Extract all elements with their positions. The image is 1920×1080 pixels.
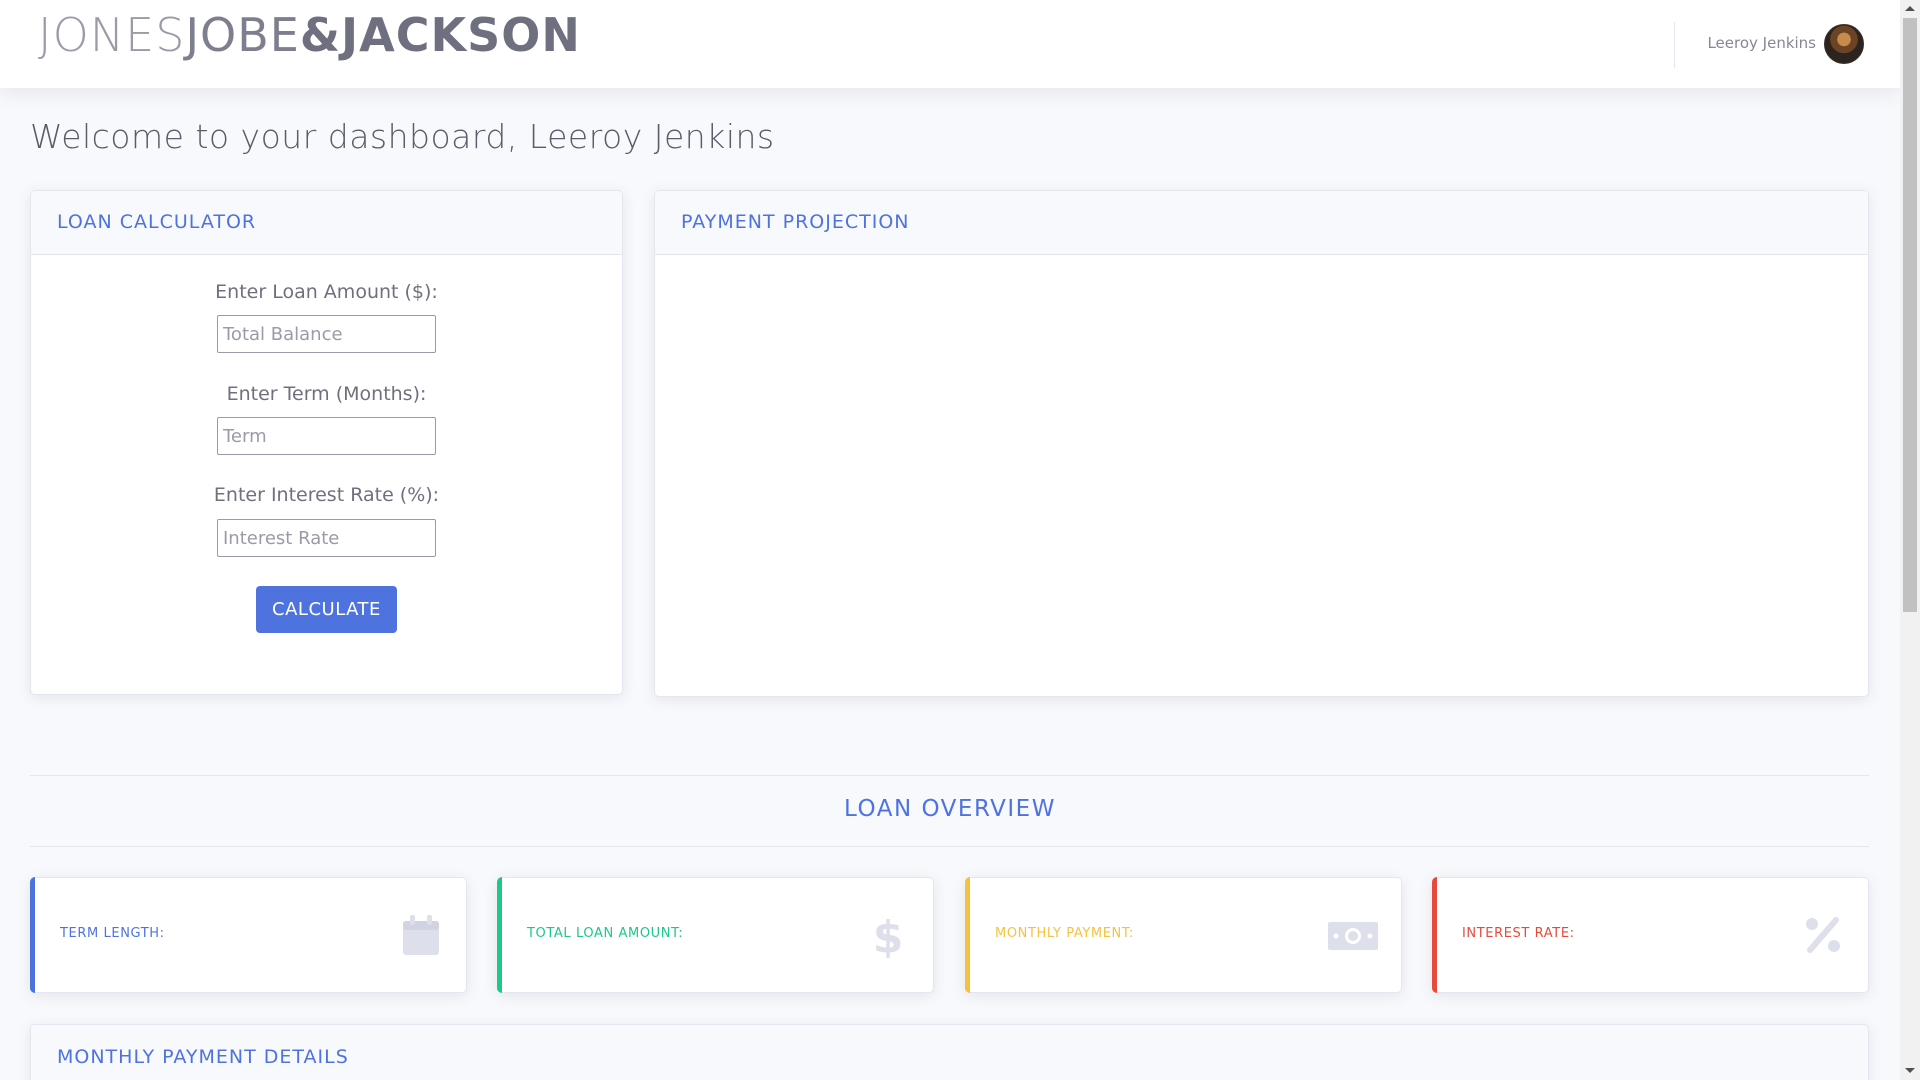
monthly-payment-label: MONTHLY PAYMENT: <box>995 926 1134 941</box>
user-name[interactable]: Leeroy Jenkins <box>1700 34 1816 52</box>
interest-rate-card: INTEREST RATE: <box>1432 877 1869 993</box>
monthly-payment-details-card: MONTHLY PAYMENT DETAILS <box>30 1024 1869 1080</box>
payment-projection-header: PAYMENT PROJECTION <box>655 191 1868 255</box>
scroll-up-arrow-icon[interactable] <box>1905 6 1915 11</box>
scrollbar[interactable] <box>1900 0 1920 1080</box>
monthly-payment-card: MONTHLY PAYMENT: <box>965 877 1402 993</box>
topbar: JONESJOBE&JACKSON Leeroy Jenkins <box>0 0 1900 88</box>
interest-rate-label: Enter Interest Rate (%): <box>213 484 440 506</box>
brand-part-jackson: &JACKSON <box>299 8 581 62</box>
brand-part-jones: JONES <box>38 8 186 62</box>
total-loan-amount-stripe <box>497 877 502 993</box>
interest-rate-input[interactable] <box>217 519 436 557</box>
monthly-payment-details-title: MONTHLY PAYMENT DETAILS <box>57 1046 349 1068</box>
loan-amount-label: Enter Loan Amount ($): <box>215 281 438 303</box>
term-length-stripe <box>30 877 35 993</box>
page-title: Welcome to your dashboard, Leeroy Jenkin… <box>30 117 775 156</box>
loan-overview-title: LOAN OVERVIEW <box>844 796 1056 822</box>
dollar-icon: $ <box>865 912 911 963</box>
loan-amount-input[interactable] <box>217 315 436 353</box>
loan-calculator-card: LOAN CALCULATOR Enter Loan Amount ($): E… <box>30 190 623 695</box>
loan-calculator-header: LOAN CALCULATOR <box>31 191 622 255</box>
scroll-down-arrow-icon[interactable] <box>1905 1068 1915 1073</box>
loan-calculator-title: LOAN CALCULATOR <box>57 211 257 233</box>
term-length-card: TERM LENGTH: <box>30 877 467 993</box>
interest-rate-stripe <box>1432 877 1437 993</box>
interest-rate-label: INTEREST RATE: <box>1462 926 1575 941</box>
payment-projection-card: PAYMENT PROJECTION <box>654 190 1869 697</box>
monthly-payment-details-header: MONTHLY PAYMENT DETAILS <box>31 1025 1868 1080</box>
calendar-icon <box>398 912 444 958</box>
scrollbar-thumb[interactable] <box>1903 18 1917 612</box>
svg-text:$: $ <box>873 912 904 958</box>
section-divider-bottom <box>30 846 1869 847</box>
percent-icon <box>1800 912 1846 958</box>
section-divider-top <box>30 775 1869 776</box>
payment-projection-title: PAYMENT PROJECTION <box>681 211 910 233</box>
total-loan-amount-card: TOTAL LOAN AMOUNT: $ <box>497 877 934 993</box>
term-input[interactable] <box>217 417 436 455</box>
term-length-label: TERM LENGTH: <box>60 926 165 941</box>
total-loan-amount-label: TOTAL LOAN AMOUNT: <box>527 926 684 941</box>
calculate-button[interactable]: CALCULATE <box>256 586 397 633</box>
monthly-payment-stripe <box>965 877 970 993</box>
brand-logo[interactable]: JONESJOBE&JACKSON <box>38 10 581 60</box>
avatar[interactable] <box>1824 24 1864 64</box>
money-bill-icon <box>1327 912 1379 958</box>
brand-part-jobe: JOBE <box>185 8 300 62</box>
topbar-divider <box>1674 22 1675 68</box>
term-label: Enter Term (Months): <box>226 383 427 405</box>
